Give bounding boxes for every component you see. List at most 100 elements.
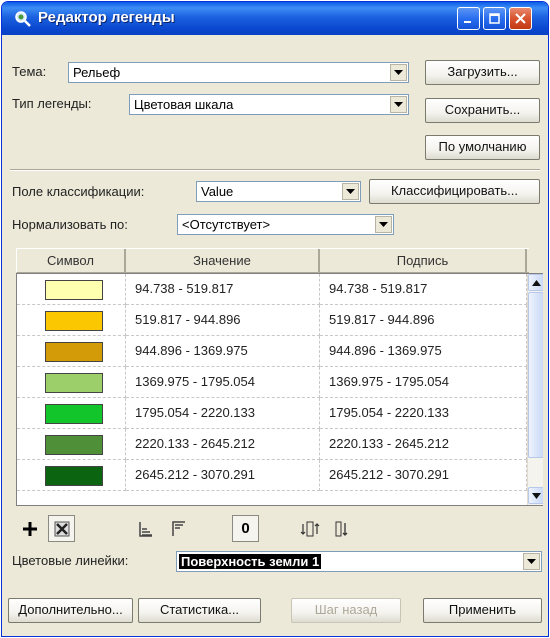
legend-table-header: Символ Значение Подпись bbox=[16, 248, 529, 273]
symbol-cell[interactable] bbox=[17, 305, 126, 336]
legend-editor-window: Редактор легенды Тема: Рельеф Загрузить.… bbox=[1, 1, 549, 637]
value-cell[interactable]: 519.817 - 944.896 bbox=[126, 305, 320, 336]
value-cell[interactable]: 2645.212 - 3070.291 bbox=[126, 460, 320, 491]
color-swatch[interactable] bbox=[45, 435, 103, 455]
normalize-select-value: <Отсутствует> bbox=[182, 217, 271, 232]
classification-field-value: Value bbox=[201, 184, 234, 199]
value-cell[interactable]: 2220.133 - 2645.212 bbox=[126, 429, 320, 460]
value-text: 94.738 - 519.817 bbox=[135, 281, 234, 296]
label-text: 94.738 - 519.817 bbox=[329, 281, 428, 296]
label-cell[interactable]: 2645.212 - 3070.291 bbox=[320, 460, 527, 491]
label-text: 1369.975 - 1795.054 bbox=[329, 374, 449, 389]
table-row[interactable]: 1369.975 - 1795.054 1369.975 - 1795.054 bbox=[17, 367, 527, 398]
color-ramp-select-value: Поверхность земли 1 bbox=[179, 554, 322, 569]
reverse-order-icon[interactable] bbox=[296, 515, 323, 542]
label-text: 519.817 - 944.896 bbox=[329, 312, 435, 327]
load-button[interactable]: Загрузить... bbox=[425, 60, 540, 85]
table-row[interactable]: 94.738 - 519.817 94.738 - 519.817 bbox=[17, 274, 527, 305]
symbol-cell[interactable] bbox=[17, 398, 126, 429]
maximize-icon bbox=[489, 13, 500, 24]
normalize-label: Нормализовать по: bbox=[12, 217, 128, 232]
chevron-down-icon[interactable] bbox=[342, 183, 359, 200]
table-row[interactable]: 519.817 - 944.896 519.817 - 944.896 bbox=[17, 305, 527, 336]
symbol-cell[interactable] bbox=[17, 367, 126, 398]
label-text: 1795.054 - 2220.133 bbox=[329, 405, 449, 420]
label-cell[interactable]: 1369.975 - 1795.054 bbox=[320, 367, 527, 398]
undo-button[interactable]: Шаг назад bbox=[291, 598, 401, 623]
zero-button[interactable]: 0 bbox=[232, 515, 259, 542]
minimize-icon bbox=[464, 21, 471, 23]
advanced-button[interactable]: Дополнительно... bbox=[8, 598, 133, 623]
table-row[interactable]: 1795.054 - 2220.133 1795.054 - 2220.133 bbox=[17, 398, 527, 429]
symbol-cell[interactable] bbox=[17, 274, 126, 305]
color-swatch[interactable] bbox=[45, 342, 103, 362]
legend-type-select[interactable]: Цветовая шкала bbox=[129, 94, 409, 115]
value-text: 2220.133 - 2645.212 bbox=[135, 436, 255, 451]
maximize-button[interactable] bbox=[483, 7, 506, 30]
statistics-button[interactable]: Статистика... bbox=[138, 598, 261, 623]
color-swatch[interactable] bbox=[45, 466, 103, 486]
chevron-down-icon[interactable] bbox=[390, 64, 407, 81]
chevron-down-icon[interactable] bbox=[375, 216, 392, 233]
column-header-value[interactable]: Значение bbox=[126, 249, 320, 273]
title-bar[interactable]: Редактор легенды bbox=[2, 2, 548, 35]
color-swatch[interactable] bbox=[45, 280, 103, 300]
theme-select[interactable]: Рельеф bbox=[68, 62, 409, 83]
value-cell[interactable]: 1795.054 - 2220.133 bbox=[126, 398, 320, 429]
value-text: 519.817 - 944.896 bbox=[135, 312, 241, 327]
label-text: 944.896 - 1369.975 bbox=[329, 343, 442, 358]
table-row[interactable]: 2220.133 - 2645.212 2220.133 - 2645.212 bbox=[17, 429, 527, 460]
chevron-down-icon[interactable] bbox=[523, 553, 540, 570]
theme-label: Тема: bbox=[12, 64, 47, 79]
theme-select-value: Рельеф bbox=[73, 65, 121, 80]
default-button[interactable]: По умолчанию bbox=[425, 135, 540, 160]
minimize-button[interactable] bbox=[457, 7, 480, 30]
symbol-cell[interactable] bbox=[17, 336, 126, 367]
label-cell[interactable]: 94.738 - 519.817 bbox=[320, 274, 527, 305]
symbol-cell[interactable] bbox=[17, 460, 126, 491]
legend-type-label: Тип легенды: bbox=[12, 96, 92, 111]
color-swatch[interactable] bbox=[45, 404, 103, 424]
color-swatch[interactable] bbox=[45, 311, 103, 331]
normalize-select[interactable]: <Отсутствует> bbox=[177, 214, 394, 235]
color-swatch[interactable] bbox=[45, 373, 103, 393]
legend-table: 94.738 - 519.817 94.738 - 519.817 519.81… bbox=[16, 273, 543, 506]
value-text: 1369.975 - 1795.054 bbox=[135, 374, 255, 389]
window-title: Редактор легенды bbox=[38, 9, 175, 26]
chevron-down-icon[interactable] bbox=[390, 96, 407, 113]
sort-ascending-icon[interactable] bbox=[132, 515, 159, 542]
label-cell[interactable]: 2220.133 - 2645.212 bbox=[320, 429, 527, 460]
value-text: 2645.212 - 3070.291 bbox=[135, 467, 255, 482]
table-row[interactable]: 944.896 - 1369.975 944.896 - 1369.975 bbox=[17, 336, 527, 367]
label-cell[interactable]: 944.896 - 1369.975 bbox=[320, 336, 527, 367]
classification-field-select[interactable]: Value bbox=[196, 181, 361, 202]
label-text: 2220.133 - 2645.212 bbox=[329, 436, 449, 451]
delete-icon[interactable] bbox=[48, 515, 75, 542]
value-cell[interactable]: 94.738 - 519.817 bbox=[126, 274, 320, 305]
arrow-up-icon bbox=[532, 279, 541, 286]
table-row[interactable]: 2645.212 - 3070.291 2645.212 - 3070.291 bbox=[17, 460, 527, 491]
arrow-down-icon bbox=[532, 492, 541, 499]
column-header-label[interactable]: Подпись bbox=[320, 249, 527, 273]
scroll-up-button[interactable] bbox=[528, 274, 543, 291]
color-ramp-select[interactable]: Поверхность земли 1 bbox=[176, 551, 542, 572]
flip-icon[interactable] bbox=[328, 515, 355, 542]
sort-descending-icon[interactable] bbox=[165, 515, 192, 542]
close-button[interactable] bbox=[509, 7, 532, 30]
label-cell[interactable]: 1795.054 - 2220.133 bbox=[320, 398, 527, 429]
vertical-scrollbar[interactable] bbox=[527, 274, 543, 505]
symbol-cell[interactable] bbox=[17, 429, 126, 460]
classify-button[interactable]: Классифицировать... bbox=[369, 179, 540, 204]
value-cell[interactable]: 1369.975 - 1795.054 bbox=[126, 367, 320, 398]
close-icon bbox=[515, 13, 526, 24]
column-header-symbol[interactable]: Символ bbox=[17, 249, 126, 273]
scroll-down-button[interactable] bbox=[528, 487, 543, 504]
scroll-thumb[interactable] bbox=[528, 292, 543, 458]
label-cell[interactable]: 519.817 - 944.896 bbox=[320, 305, 527, 336]
legend-type-select-value: Цветовая шкала bbox=[134, 97, 234, 112]
save-button[interactable]: Сохранить... bbox=[425, 98, 540, 123]
apply-button[interactable]: Применить bbox=[423, 598, 542, 623]
plus-icon[interactable] bbox=[16, 515, 43, 542]
divider bbox=[10, 169, 540, 171]
value-cell[interactable]: 944.896 - 1369.975 bbox=[126, 336, 320, 367]
